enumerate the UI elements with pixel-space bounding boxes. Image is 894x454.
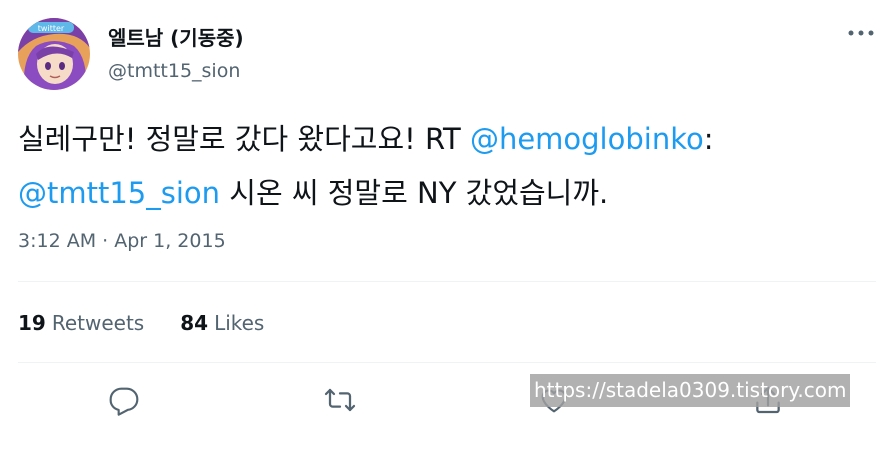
engagement-stats: 19 Retweets 84 Likes — [18, 311, 264, 335]
divider — [18, 362, 876, 363]
likes-label: Likes — [214, 311, 265, 335]
tweet-text-part-1: 실레구만! 정말로 갔다 왔다고요! RT — [18, 122, 470, 156]
avatar-image: twitter — [18, 18, 90, 90]
reply-button[interactable] — [104, 380, 144, 420]
display-name[interactable]: 엘트남 (기동중) — [108, 22, 244, 51]
timestamp-separator: · — [96, 230, 115, 252]
more-options-button[interactable] — [846, 22, 876, 44]
svg-text:twitter: twitter — [38, 24, 65, 33]
avatar[interactable]: twitter — [18, 18, 90, 90]
retweets-label: Retweets — [51, 311, 145, 335]
tweet-date[interactable]: Apr 1, 2015 — [114, 230, 225, 252]
tweet-text: 실레구만! 정말로 갔다 왔다고요! RT @hemoglobinko: @tmt… — [18, 112, 876, 220]
user-handle[interactable]: @tmtt15_sion — [108, 60, 240, 82]
retweets-count: 19 — [18, 311, 46, 335]
tweet-text-part-3: 시온 씨 정말로 NY 갔었습니까. — [220, 176, 609, 210]
divider — [18, 281, 876, 282]
reply-icon — [109, 387, 139, 416]
retweet-icon — [324, 388, 356, 412]
tweet-text-part-2: : — [703, 122, 714, 156]
tweet-time[interactable]: 3:12 AM — [18, 230, 96, 252]
mention-hemoglobinko[interactable]: @hemoglobinko — [470, 122, 704, 156]
retweets-stat[interactable]: 19 Retweets — [18, 311, 144, 335]
mention-tmtt15-sion[interactable]: @tmtt15_sion — [18, 176, 220, 210]
tweet-card: twitter 엘트남 (기동중) @tmtt15_sion 실레구만! 정말로… — [0, 0, 894, 454]
likes-stat[interactable]: 84 Likes — [180, 311, 264, 335]
watermark: https://stadela0309.tistory.com — [530, 374, 850, 407]
tweet-timestamp: 3:12 AM · Apr 1, 2015 — [18, 230, 226, 252]
likes-count: 84 — [180, 311, 209, 335]
retweet-button[interactable] — [320, 380, 360, 420]
more-dots-icon — [848, 30, 874, 36]
